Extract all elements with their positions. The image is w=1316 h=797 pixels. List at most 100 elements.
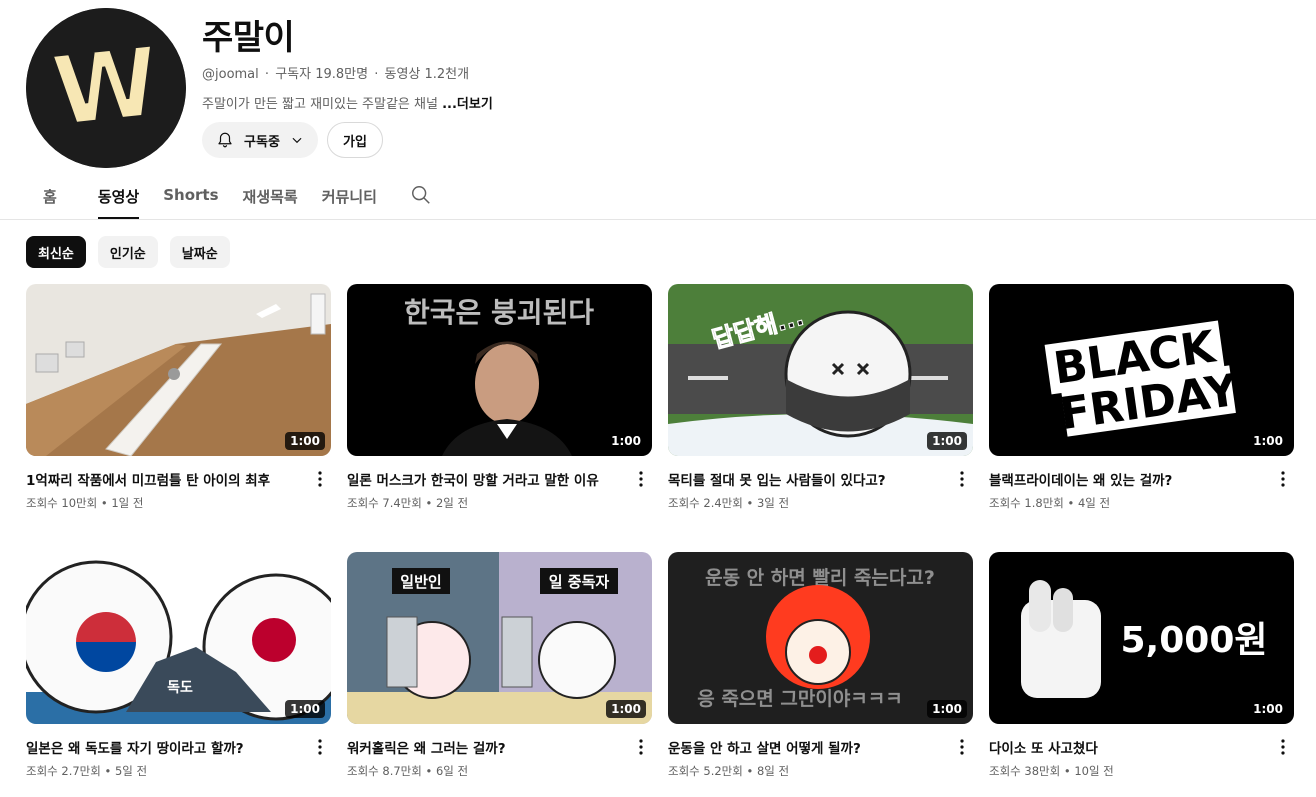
- upload-age: 3일 전: [756, 496, 790, 510]
- video-card: 1:00 1억짜리 작품에서 미끄럼틀 탄 아이의 최후 조회수 10만회 • …: [26, 284, 331, 534]
- upload-age: 6일 전: [435, 764, 469, 778]
- subscribed-label: 구독중: [244, 134, 280, 150]
- more-vert-icon[interactable]: [637, 738, 645, 756]
- chevron-down-icon: [292, 137, 302, 144]
- video-meta: 조회수 7.4만회 • 2일 전: [347, 495, 468, 511]
- view-count: 조회수 38만회: [989, 764, 1061, 778]
- view-count: 조회수 1.8만회: [989, 496, 1064, 510]
- video-card: 답답해... 1:00 목티를 절대 못 입는 사람들이 있다고? 조회수 2.…: [668, 284, 973, 534]
- chip-popular[interactable]: 인기순: [97, 236, 158, 268]
- channel-video-count: 동영상 1.2천개: [384, 67, 470, 82]
- video-title[interactable]: 다이소 또 사고쳤다: [989, 737, 1259, 757]
- meta-dot: •: [104, 764, 112, 778]
- view-count: 조회수 2.4만회: [668, 496, 743, 510]
- thumbnail-text: 독도: [167, 680, 193, 696]
- view-count: 조회수 5.2만회: [668, 764, 743, 778]
- video-title[interactable]: 운동을 안 하고 살면 어떻게 될까?: [668, 737, 938, 757]
- video-card: BLACK FRIDAY 1:00 블랙프라이데이는 왜 있는 걸까? 조회수 …: [989, 284, 1294, 534]
- chip-latest[interactable]: 최신순: [26, 236, 86, 268]
- thumbnail-text: 5,000원: [1121, 620, 1268, 661]
- avatar-letter: W: [47, 26, 164, 148]
- video-meta: 조회수 8.7만회 • 6일 전: [347, 763, 468, 779]
- upload-age: 1일 전: [111, 496, 144, 510]
- meta-dot: •: [100, 496, 108, 510]
- upload-age: 10일 전: [1074, 764, 1114, 778]
- channel-avatar[interactable]: W: [26, 8, 186, 168]
- tab-community[interactable]: 커뮤니티: [322, 176, 377, 219]
- chip-oldest[interactable]: 날짜순: [169, 236, 230, 268]
- upload-age: 5일 전: [114, 764, 148, 778]
- view-count: 조회수 8.7만회: [347, 764, 422, 778]
- tab-videos[interactable]: 동영상: [97, 176, 140, 219]
- video-meta: 조회수 2.7만회 • 5일 전: [26, 763, 147, 779]
- duration-badge: 1:00: [285, 700, 325, 718]
- thumbnail-text: 일 중독자: [549, 573, 610, 591]
- more-vert-icon[interactable]: [316, 738, 324, 756]
- video-card: 일반인 일 중독자 1:00 워커홀릭은 왜 그러는 걸까? 조회수 8.7만회…: [347, 552, 652, 797]
- meta-dot: •: [746, 496, 754, 510]
- tab-shorts[interactable]: Shorts: [163, 176, 218, 219]
- video-thumbnail[interactable]: 운동 안 하면 빨리 죽는다고? 응 죽으면 그만이야ㅋㅋㅋ 1:00: [668, 552, 973, 724]
- thumbnail-text: 응 죽으면 그만이야ㅋㅋㅋ: [697, 688, 903, 710]
- video-title[interactable]: 일본은 왜 독도를 자기 땅이라고 할까?: [26, 737, 296, 757]
- duration-badge: 1:00: [927, 700, 967, 718]
- video-card: 운동 안 하면 빨리 죽는다고? 응 죽으면 그만이야ㅋㅋㅋ 1:00 운동을 …: [668, 552, 973, 797]
- thumbnail-text: 한국은 붕괴된다: [404, 296, 594, 329]
- video-thumbnail[interactable]: 5,000원 1:00: [989, 552, 1294, 724]
- video-thumbnail[interactable]: BLACK FRIDAY 1:00: [989, 284, 1294, 456]
- more-vert-icon[interactable]: [1279, 738, 1287, 756]
- search-icon[interactable]: [410, 184, 432, 206]
- meta-dot: •: [425, 764, 433, 778]
- view-count: 조회수 10만회: [26, 496, 98, 510]
- tab-playlists[interactable]: 재생목록: [243, 176, 298, 219]
- video-thumbnail[interactable]: 일반인 일 중독자 1:00: [347, 552, 652, 724]
- channel-description[interactable]: 주말이가 만든 짧고 재미있는 주말같은 채널 ...더보기: [202, 93, 493, 112]
- channel-meta: @joomal · 구독자 19.8만명 · 동영상 1.2천개: [202, 63, 469, 82]
- join-button[interactable]: 가입: [327, 122, 383, 158]
- video-meta: 조회수 10만회 • 1일 전: [26, 495, 143, 511]
- bell-icon: [218, 132, 232, 148]
- upload-age: 4일 전: [1077, 496, 1111, 510]
- thumbnail-text: 일반인: [400, 573, 441, 591]
- video-title[interactable]: 워커홀릭은 왜 그러는 걸까?: [347, 737, 617, 757]
- video-meta: 조회수 5.2만회 • 8일 전: [668, 763, 789, 779]
- more-vert-icon[interactable]: [958, 470, 966, 488]
- video-card: 독도 1:00 일본은 왜 독도를 자기 땅이라고 할까? 조회수 2.7만회 …: [26, 552, 331, 797]
- channel-tabs: 홈 동영상 Shorts 재생목록 커뮤니티: [26, 176, 401, 219]
- video-title[interactable]: 1억짜리 작품에서 미끄럼틀 탄 아이의 최후: [26, 469, 296, 489]
- channel-name: 주말이: [202, 18, 295, 58]
- more-vert-icon[interactable]: [1279, 470, 1287, 488]
- video-thumbnail[interactable]: 답답해... 1:00: [668, 284, 973, 456]
- video-thumbnail[interactable]: 독도 1:00: [26, 552, 331, 724]
- tab-home[interactable]: 홈: [26, 176, 74, 219]
- description-text: 주말이가 만든 짧고 재미있는 주말같은 채널: [202, 97, 438, 112]
- duration-badge: 1:00: [1248, 700, 1288, 718]
- video-card: 5,000원 1:00 다이소 또 사고쳤다 조회수 38만회 • 10일 전: [989, 552, 1294, 797]
- more-vert-icon[interactable]: [316, 470, 324, 488]
- channel-handle: @joomal: [202, 67, 259, 82]
- meta-separator: ·: [264, 67, 270, 82]
- video-title[interactable]: 블랙프라이데이는 왜 있는 걸까?: [989, 469, 1259, 489]
- upload-age: 2일 전: [435, 496, 469, 510]
- video-title[interactable]: 일론 머스크가 한국이 망할 거라고 말한 이유: [347, 469, 617, 489]
- meta-separator: ·: [374, 67, 379, 82]
- duration-badge: 1:00: [285, 432, 325, 450]
- more-vert-icon[interactable]: [958, 738, 966, 756]
- duration-badge: 1:00: [927, 432, 967, 450]
- duration-badge: 1:00: [606, 432, 646, 450]
- view-count: 조회수 2.7만회: [26, 764, 101, 778]
- upload-age: 8일 전: [756, 764, 790, 778]
- channel-subscribers: 구독자 19.8만명: [275, 67, 369, 82]
- view-count: 조회수 7.4만회: [347, 496, 422, 510]
- meta-dot: •: [1063, 764, 1071, 778]
- video-title[interactable]: 목티를 절대 못 입는 사람들이 있다고?: [668, 469, 938, 489]
- meta-dot: •: [746, 764, 754, 778]
- video-meta: 조회수 38만회 • 10일 전: [989, 763, 1114, 779]
- more-vert-icon[interactable]: [637, 470, 645, 488]
- video-thumbnail[interactable]: 1:00: [26, 284, 331, 456]
- sort-chips: 최신순 인기순 날짜순: [26, 236, 230, 268]
- video-thumbnail[interactable]: 한국은 붕괴된다 1:00: [347, 284, 652, 456]
- subscribed-button[interactable]: 구독중: [202, 122, 318, 158]
- more-link[interactable]: ...더보기: [442, 97, 493, 112]
- meta-dot: •: [425, 496, 433, 510]
